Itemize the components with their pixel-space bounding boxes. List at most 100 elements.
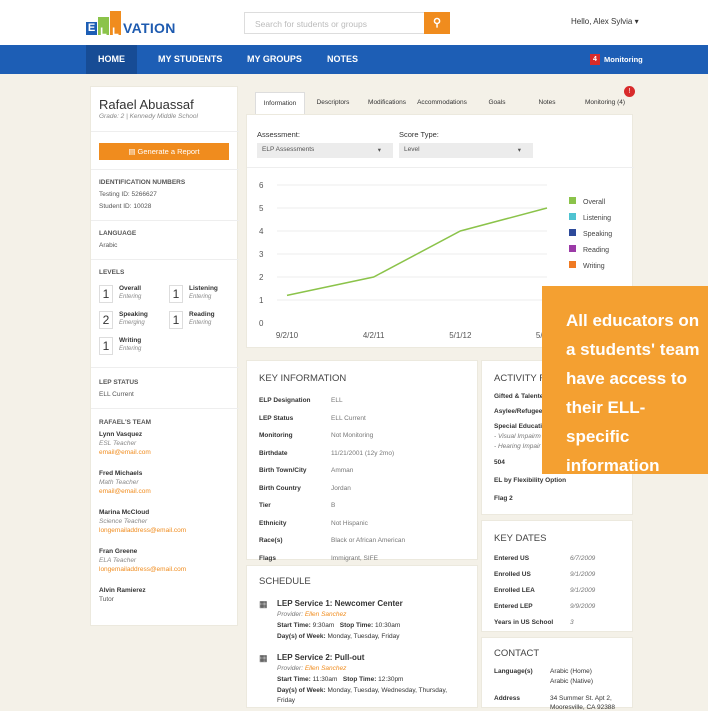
y-tick-label: 2 bbox=[259, 273, 264, 282]
divider bbox=[91, 169, 239, 170]
legend-swatch bbox=[569, 229, 576, 236]
activity-item: EL by Flexibility Option bbox=[494, 477, 567, 484]
level-status: Entering bbox=[119, 346, 142, 352]
main-nav: HOME MY STUDENTS MY GROUPS NOTES bbox=[0, 45, 708, 74]
top-bar: E L L VATION Search for students or grou… bbox=[0, 0, 708, 45]
key-info-value: Not Monitoring bbox=[331, 432, 374, 439]
legend-swatch bbox=[569, 261, 576, 268]
contact-heading: CONTACT bbox=[494, 648, 540, 659]
student-profile-card: Rafael Abuassaf Grade: 2 | Kennedy Middl… bbox=[90, 86, 239, 626]
legend-swatch bbox=[569, 197, 576, 204]
key-info-label: ELP Designation bbox=[259, 397, 311, 404]
greeting: Hello, Alex Sylvia bbox=[571, 17, 633, 26]
contact-language-label: Language(s) bbox=[494, 668, 533, 675]
legend-swatch bbox=[569, 245, 576, 252]
nav-home[interactable]: HOME bbox=[86, 45, 137, 74]
student-id: Student ID: 10028 bbox=[99, 203, 152, 210]
tab-goals[interactable]: Goals bbox=[472, 92, 522, 114]
alert-icon: ! bbox=[624, 86, 635, 97]
key-date-value: 3 bbox=[570, 619, 574, 626]
team-member-name: Marina McCloud bbox=[99, 509, 150, 516]
tab-descriptors[interactable]: Descriptors bbox=[308, 92, 358, 114]
nav-my-students[interactable]: MY STUDENTS bbox=[158, 45, 222, 74]
team-member-email[interactable]: email@email.com bbox=[99, 488, 151, 495]
divider bbox=[91, 367, 239, 368]
y-tick-label: 6 bbox=[259, 181, 264, 190]
team-member-role: ESL Teacher bbox=[99, 440, 137, 447]
contact-address-1: 34 Summer St. Apt 2, bbox=[550, 695, 612, 702]
user-menu[interactable]: Hello, Alex Sylvia ▾ bbox=[571, 17, 639, 26]
team-member-email[interactable]: longemailaddress@email.com bbox=[99, 566, 186, 573]
level-name: Listening bbox=[189, 285, 218, 292]
service-title: LEP Service 2: Pull-out bbox=[277, 653, 365, 662]
student-grade: Grade: 2 | Kennedy Middle School bbox=[99, 113, 198, 120]
key-info-value: B bbox=[331, 502, 336, 509]
level-number: 1 bbox=[169, 311, 183, 329]
level-name: Reading bbox=[189, 311, 215, 318]
id-heading: IDENTIFICATION NUMBERS bbox=[99, 179, 186, 186]
monitoring-count-badge[interactable]: 4 bbox=[590, 54, 600, 65]
x-tick-label: 9/2/10 bbox=[276, 331, 299, 340]
level-name: Writing bbox=[119, 337, 142, 344]
contact-language-2: Arabic (Native) bbox=[550, 678, 593, 685]
service-days: Day(s) of Week: Monday, Tuesday, Wednesd… bbox=[277, 687, 448, 694]
logo-block-e: E bbox=[86, 22, 97, 35]
activity-item: Gifted & Talente bbox=[494, 393, 544, 400]
team-member-role: Math Teacher bbox=[99, 479, 139, 486]
level-number: 1 bbox=[99, 337, 113, 355]
team-member-name: Lynn Vasquez bbox=[99, 431, 143, 438]
key-date-label: Years in US School bbox=[494, 619, 554, 626]
team-member-email[interactable]: longemailaddress@email.com bbox=[99, 527, 186, 534]
nav-monitoring[interactable]: Monitoring bbox=[604, 55, 643, 64]
key-info-value: Jordan bbox=[331, 484, 351, 492]
team-member-email[interactable]: email@email.com bbox=[99, 449, 151, 456]
y-tick-label: 5 bbox=[259, 204, 264, 213]
key-dates-heading: KEY DATES bbox=[494, 533, 547, 544]
callout-line: All educators on bbox=[566, 311, 700, 330]
tab-information[interactable]: Information bbox=[255, 92, 305, 114]
tab-modifications[interactable]: Modifications bbox=[360, 92, 414, 114]
key-date-label: Enrolled US bbox=[494, 571, 531, 578]
key-info-value: Immigrant, SIFE bbox=[331, 554, 378, 562]
level-number: 1 bbox=[169, 285, 183, 303]
team-member-role: Science Teacher bbox=[99, 518, 148, 525]
key-date-value: 9/9/2009 bbox=[570, 603, 596, 610]
contact-card: CONTACT Language(s) Arabic (Home) Arabic… bbox=[481, 637, 633, 711]
key-info-value: 11/21/2001 (12y 2mo) bbox=[331, 449, 395, 457]
level-status: Entering bbox=[189, 294, 212, 300]
search-button[interactable]: ⚲ bbox=[424, 12, 450, 34]
language-value: Arabic bbox=[99, 242, 118, 249]
nav-my-groups[interactable]: MY GROUPS bbox=[247, 45, 302, 74]
tab-notes[interactable]: Notes bbox=[526, 92, 568, 114]
app-logo[interactable]: E L L VATION bbox=[86, 11, 176, 38]
search-input[interactable]: Search for students or groups bbox=[244, 12, 450, 34]
y-tick-label: 0 bbox=[259, 319, 264, 328]
key-info-heading: KEY INFORMATION bbox=[259, 373, 347, 384]
level-status: Entering bbox=[119, 294, 142, 300]
team-heading: RAFAEL'S TEAM bbox=[99, 419, 152, 426]
legend-label: Speaking bbox=[583, 231, 612, 238]
tab-accommodations[interactable]: Accommodations bbox=[414, 92, 470, 114]
key-info-label: Ethnicity bbox=[259, 519, 287, 527]
key-date-value: 9/1/2009 bbox=[570, 587, 596, 594]
level-status: Emerging bbox=[119, 320, 145, 326]
key-info-value: Amman bbox=[331, 467, 354, 474]
key-info-value: Not Hispanic bbox=[331, 519, 368, 527]
callout-line: have access to bbox=[566, 369, 687, 388]
y-tick-label: 3 bbox=[259, 250, 264, 259]
x-tick-label: 4/2/11 bbox=[363, 331, 385, 340]
nav-notes[interactable]: NOTES bbox=[327, 45, 358, 74]
report-icon: ▤ bbox=[128, 147, 138, 156]
divider bbox=[91, 131, 239, 132]
calendar-icon: ▦ bbox=[259, 599, 268, 609]
key-info-value: ELL bbox=[331, 397, 343, 404]
divider bbox=[91, 408, 239, 409]
logo-block-l2: L bbox=[110, 11, 121, 38]
testing-id: Testing ID: 5266627 bbox=[99, 191, 157, 198]
generate-report-label: Generate a Report bbox=[137, 147, 200, 156]
divider bbox=[91, 220, 239, 221]
key-info-label: Race(s) bbox=[259, 537, 283, 544]
generate-report-button[interactable]: ▤ Generate a Report bbox=[99, 143, 229, 160]
key-info-label: Birthdate bbox=[259, 449, 288, 457]
team-member-name: Alvin Ramierez bbox=[99, 587, 146, 594]
